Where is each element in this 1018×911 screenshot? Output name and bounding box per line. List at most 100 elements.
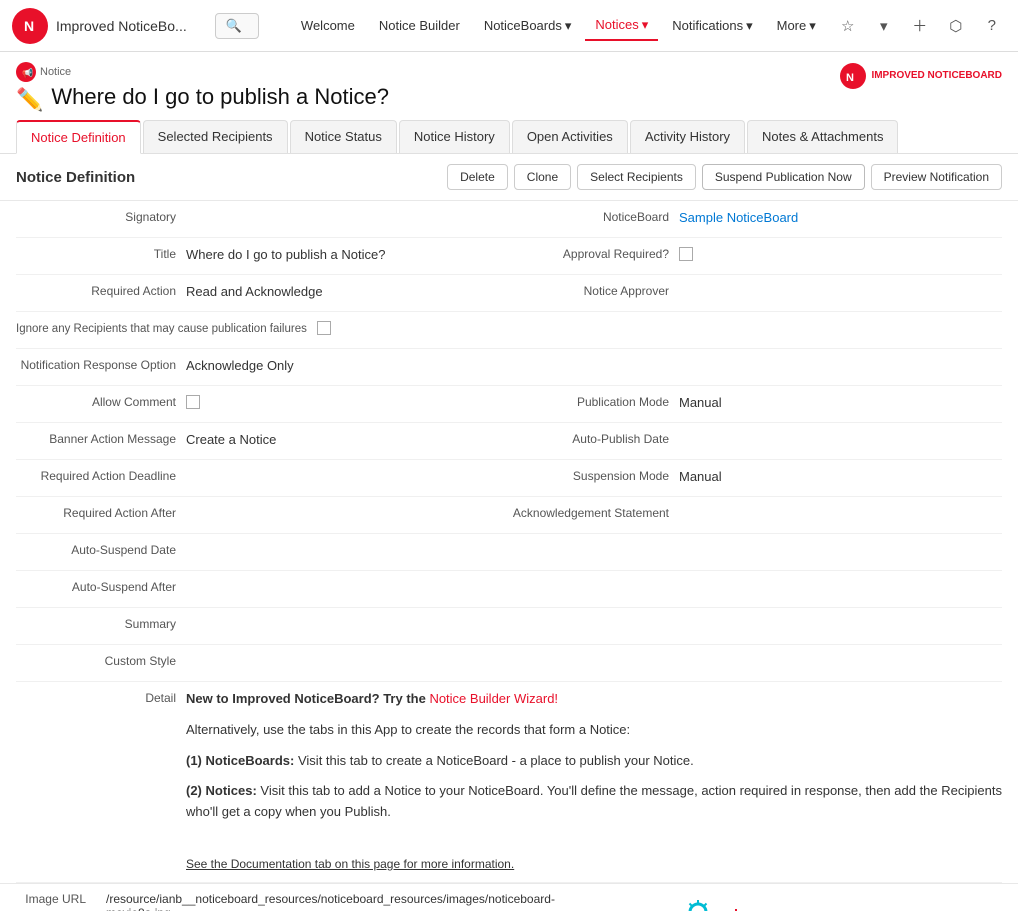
notifications-dropdown-icon: ▾ <box>746 18 753 34</box>
nav-welcome[interactable]: Welcome <box>291 12 365 39</box>
publication-mode-value: Manual <box>679 393 1002 410</box>
search-bar[interactable]: 🔍 <box>215 13 259 39</box>
field-empty-auto-suspend-after-right <box>509 571 1002 607</box>
form-section: Signatory NoticeBoard Sample NoticeBoard… <box>0 201 1018 883</box>
noticeboards-dropdown-icon: ▾ <box>565 18 572 34</box>
field-required-action: Required Action Read and Acknowledge <box>16 275 509 311</box>
noticeboard-value[interactable]: Sample NoticeBoard <box>679 208 1002 225</box>
form-row-allow-comment: Allow Comment Publication Mode Manual <box>16 386 1002 423</box>
signatory-label: Signatory <box>16 208 186 224</box>
allow-comment-checkbox[interactable] <box>186 395 200 409</box>
form-row-auto-suspend-date: Auto-Suspend Date <box>16 534 1002 571</box>
summary-label: Summary <box>16 615 186 631</box>
suspend-publication-button[interactable]: Suspend Publication Now <box>702 164 865 190</box>
nav-noticeboards[interactable]: NoticeBoards ▾ <box>474 12 582 40</box>
field-acknowledgement-statement: Acknowledgement Statement <box>509 497 1002 533</box>
field-noticeboard: NoticeBoard Sample NoticeBoard <box>509 201 1002 237</box>
notification-response-value: Acknowledge Only <box>186 356 1002 373</box>
required-action-after-label: Required Action After <box>16 504 186 520</box>
nav-notifications[interactable]: Notifications ▾ <box>662 12 762 40</box>
tab-notice-definition[interactable]: Notice Definition <box>16 120 141 154</box>
nav-more[interactable]: More ▾ <box>767 12 826 40</box>
nav-notice-builder[interactable]: Notice Builder <box>369 12 470 39</box>
detail-alt-text: Alternatively, use the tabs in this App … <box>186 720 1002 741</box>
delete-button[interactable]: Delete <box>447 164 508 190</box>
tab-activity-history[interactable]: Activity History <box>630 120 745 153</box>
form-row-auto-suspend-after: Auto-Suspend After <box>16 571 1002 608</box>
clone-button[interactable]: Clone <box>514 164 571 190</box>
custom-style-value <box>186 652 509 654</box>
noticeboard-label: NoticeBoard <box>509 208 679 224</box>
form-row-summary: Summary <box>16 608 1002 645</box>
doc-link[interactable]: See the Documentation tab on this page f… <box>186 857 514 871</box>
edit-icon[interactable]: ✏️ <box>16 87 43 113</box>
main-nav: Welcome Notice Builder NoticeBoards ▾ No… <box>291 11 826 41</box>
form-row-custom-style: Custom Style <box>16 645 1002 682</box>
field-required-action-after: Required Action After <box>16 497 509 533</box>
tab-notice-status[interactable]: Notice Status <box>290 120 397 153</box>
record-type-label: 📢 Notice <box>16 62 389 82</box>
tab-selected-recipients[interactable]: Selected Recipients <box>143 120 288 153</box>
form-row-required-action-after: Required Action After Acknowledgement St… <box>16 497 1002 534</box>
form-row-notification-response: Notification Response Option Acknowledge… <box>16 349 1002 386</box>
approval-required-value <box>679 245 1002 264</box>
notices-dropdown-icon: ▾ <box>642 17 649 33</box>
nav-notices[interactable]: Notices ▾ <box>585 11 658 41</box>
section-header: Notice Definition Delete Clone Select Re… <box>0 154 1018 201</box>
ignore-recipients-value <box>317 319 509 338</box>
favorites-dropdown-icon[interactable]: ▾ <box>870 12 898 40</box>
detail-label: Detail <box>16 689 186 705</box>
title-value: Where do I go to publish a Notice? <box>186 245 509 262</box>
banner-action-label: Banner Action Message <box>16 430 186 446</box>
search-icon: 🔍 <box>226 18 242 34</box>
main-content: Notice Definition Delete Clone Select Re… <box>0 154 1018 911</box>
tab-notice-history[interactable]: Notice History <box>399 120 510 153</box>
section-title: Notice Definition <box>16 169 135 186</box>
field-notification-response: Notification Response Option Acknowledge… <box>16 349 1002 385</box>
tab-notes-attachments[interactable]: Notes & Attachments <box>747 120 898 153</box>
detail-point2-label: (2) Notices: <box>186 783 257 798</box>
preview-notification-button[interactable]: Preview Notification <box>871 164 1002 190</box>
acknowledgement-statement-label: Acknowledgement Statement <box>509 504 679 520</box>
waffle-icon[interactable]: ⬡ <box>942 12 970 40</box>
auto-suspend-date-label: Auto-Suspend Date <box>16 541 186 557</box>
field-auto-publish-date: Auto-Publish Date <box>509 423 1002 459</box>
suspension-mode-value: Manual <box>679 467 1002 484</box>
tab-open-activities[interactable]: Open Activities <box>512 120 628 153</box>
settings-icon[interactable]: ⚙ <box>1014 12 1018 40</box>
wizard-link[interactable]: Notice Builder Wizard! <box>429 691 558 706</box>
detail-intro: New to Improved NoticeBoard? Try the <box>186 691 429 706</box>
required-action-deadline-value <box>186 467 509 469</box>
field-allow-comment: Allow Comment <box>16 386 509 422</box>
auto-suspend-after-value <box>186 578 509 580</box>
field-required-action-deadline: Required Action Deadline <box>16 460 509 496</box>
page-title: Where do I go to publish a Notice? <box>51 84 389 110</box>
detail-point1-text: Visit this tab to create a NoticeBoard -… <box>298 753 694 768</box>
image-url-value: /resource/ianb__noticeboard_resources/no… <box>106 892 555 911</box>
required-action-after-value <box>186 504 509 506</box>
field-auto-suspend-after: Auto-Suspend After <box>16 571 509 607</box>
form-row-title: Title Where do I go to publish a Notice?… <box>16 238 1002 275</box>
required-action-label: Required Action <box>16 282 186 298</box>
field-custom-style: Custom Style <box>16 645 509 681</box>
favorites-icon[interactable]: ☆ <box>834 12 862 40</box>
select-recipients-button[interactable]: Select Recipients <box>577 164 696 190</box>
approval-required-checkbox[interactable] <box>679 247 693 261</box>
help-icon[interactable]: ? <box>978 12 1006 40</box>
field-signatory: Signatory <box>16 201 509 237</box>
add-icon[interactable]: ＋ <box>906 12 934 40</box>
field-suspension-mode: Suspension Mode Manual <box>509 460 1002 496</box>
acknowledgement-statement-value <box>679 504 1002 506</box>
custom-style-label: Custom Style <box>16 652 186 668</box>
field-summary: Summary <box>16 608 509 644</box>
auto-suspend-after-label: Auto-Suspend After <box>16 578 186 594</box>
image-url-row: Image URL /resource/ianb__noticeboard_re… <box>0 883 1018 911</box>
action-buttons: Delete Clone Select Recipients Suspend P… <box>447 164 1002 190</box>
form-row-deadline: Required Action Deadline Suspension Mode… <box>16 460 1002 497</box>
form-row-ignore-recipients: Ignore any Recipients that may cause pub… <box>16 312 1002 349</box>
image-url-label: Image URL <box>16 892 96 911</box>
ignore-recipients-checkbox[interactable] <box>317 321 331 335</box>
detail-point1-label: (1) NoticeBoards: <box>186 753 294 768</box>
notice-approver-value <box>679 282 1002 284</box>
page-header: 📢 Notice ✏️ Where do I go to publish a N… <box>0 52 1018 154</box>
